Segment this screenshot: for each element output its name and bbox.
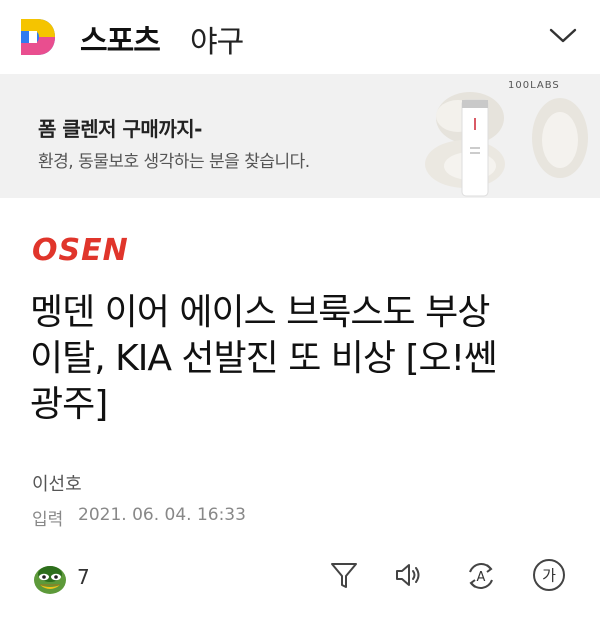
osen-logo-icon[interactable]: OSEN — [30, 232, 146, 268]
ad-subtitle: 환경, 동물보호 생각하는 분을 찾습니다. — [38, 152, 310, 172]
font-size-button[interactable]: 가 — [532, 558, 566, 592]
top-bar: 스포츠 야구 — [0, 0, 600, 74]
date-label: 입력 — [32, 510, 64, 530]
ad-banner[interactable]: 폼 클렌저 구매까지- 환경, 동물보호 생각하는 분을 찾습니다. 100LA… — [0, 74, 600, 198]
section-title[interactable]: 스포츠 — [80, 16, 161, 60]
ad-brand-label: 100LABS — [508, 80, 560, 91]
translate-button[interactable]: A — [465, 560, 497, 592]
osen-logo-text: OSEN — [32, 233, 129, 268]
headline-line: 이탈, KIA 선발진 또 비상 [오!쎈 — [30, 338, 497, 379]
translate-label: A — [477, 570, 486, 585]
article-headline: 멩덴 이어 에이스 브룩스도 부상 이탈, KIA 선발진 또 비상 [오!쎈 … — [30, 290, 575, 428]
subsection-title[interactable]: 야구 — [190, 17, 244, 61]
chevron-down-icon[interactable] — [548, 24, 578, 46]
reaction-count: 7 — [77, 565, 90, 589]
ad-product-image — [425, 92, 588, 197]
translate-icon: A — [469, 563, 493, 589]
font-size-icon: 가 — [533, 559, 565, 591]
reaction-icon[interactable] — [32, 560, 68, 596]
publish-date: 2021. 06. 04. 16:33 — [78, 505, 246, 525]
author-name[interactable]: 이선호 — [32, 470, 82, 496]
headline-line: 광주] — [30, 384, 108, 425]
daum-logo-icon[interactable] — [17, 17, 57, 57]
ad-title: 폼 클렌저 구매까지- — [38, 117, 202, 141]
filter-icon[interactable] — [329, 560, 359, 590]
font-size-label: 가 — [542, 567, 556, 585]
headline-line: 멩덴 이어 에이스 브룩스도 부상 — [30, 292, 490, 333]
speaker-icon[interactable] — [393, 560, 423, 590]
